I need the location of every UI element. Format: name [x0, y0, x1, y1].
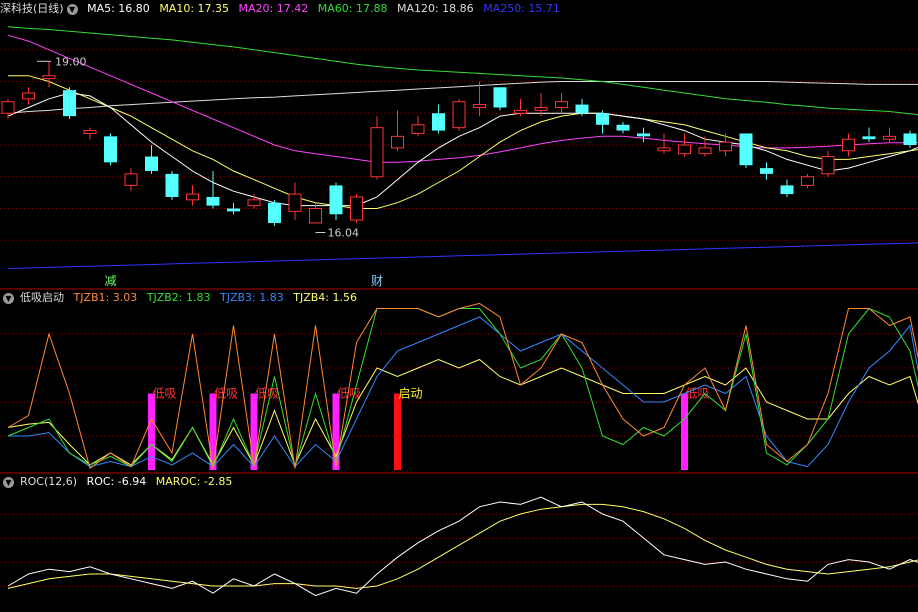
maroc-label: MAROC: -2.85 [155, 475, 233, 488]
candle-body [698, 147, 712, 155]
ma5-label: MA5: 16.80 [87, 2, 150, 15]
candle-body [227, 208, 240, 212]
candle-body [534, 106, 548, 111]
candle-body [411, 124, 425, 134]
stock-chart[interactable]: 19.0016.04减 财低吸 低吸 低吸 低吸 低吸启动 [0, 0, 918, 612]
event-marker: 财 [371, 274, 383, 288]
ma250-line [7, 242, 918, 269]
chevron-down-icon[interactable]: ▼ [3, 292, 14, 304]
candle-body [657, 147, 671, 152]
candle-body [206, 196, 220, 206]
candle-body [493, 87, 507, 108]
candle-body [104, 136, 117, 163]
candle-body [22, 92, 35, 100]
candle-body [350, 196, 363, 221]
candle-body [1, 101, 15, 114]
candle-body [124, 173, 138, 186]
low-signal-label: 低吸 [255, 387, 279, 401]
start-signal-bar [394, 393, 401, 470]
candle-body [596, 113, 609, 125]
candle-body [739, 133, 753, 166]
ma20-label: MA20: 17.42 [238, 2, 309, 15]
low-signal-label: 低吸 [153, 387, 177, 401]
candle-body [83, 130, 97, 134]
maroc-line [7, 503, 918, 589]
candle-body [719, 141, 732, 152]
candle-body [473, 104, 486, 108]
ma250-label: MA250: 15.71 [483, 2, 560, 15]
chevron-down-icon[interactable]: ▼ [66, 3, 78, 15]
low-signal-bar [148, 393, 155, 470]
candle-body [145, 156, 158, 171]
ma60-label: MA60: 17.88 [317, 2, 388, 15]
tjzb2-line [7, 307, 918, 468]
tjzb1-line [7, 302, 918, 470]
event-marker: 减 [105, 274, 117, 288]
candle-body [801, 176, 814, 186]
panel1-title: 深科技(日线) [0, 2, 64, 15]
high-price-label: 19.00 [55, 55, 87, 68]
candle-body [288, 193, 302, 212]
candle-body [637, 133, 650, 137]
low-signal-bar [332, 393, 340, 470]
panel1-header: 深科技(日线) ▼ MA5: 16.80 MA10: 17.35 MA20: 17… [0, 1, 566, 17]
low-signal-label: 低吸 [214, 387, 238, 401]
candle-body [903, 133, 917, 145]
candle-body [678, 144, 691, 155]
candle-body [247, 199, 261, 207]
tjzb3-line [8, 316, 918, 468]
panel2-title: 低吸启动 [20, 291, 64, 304]
tjzb3-label: TJZB3: 1.83 [220, 291, 284, 304]
panel3-title: ROC(12,6) [20, 475, 78, 488]
candle-body [842, 138, 855, 152]
candle-body [432, 113, 445, 131]
candle-body [780, 185, 794, 195]
candle-body [42, 75, 56, 80]
roc-label: ROC: -6.94 [86, 475, 147, 488]
candle-body [452, 101, 466, 129]
tjzb4-label: TJZB4: 1.56 [293, 291, 357, 304]
candle-body [883, 135, 896, 140]
candle-body [514, 109, 527, 114]
tjzb2-label: TJZB2: 1.83 [146, 291, 211, 304]
candle-body [63, 90, 76, 117]
candle-body [186, 193, 199, 201]
candle-body [616, 124, 630, 131]
low-signal-bar [209, 393, 217, 470]
low-price-label: 16.04 [328, 227, 360, 240]
tjzb1-label: TJZB1: 3.03 [73, 291, 138, 304]
candle-body [268, 202, 281, 223]
candle-body [309, 208, 322, 224]
candle-body [575, 104, 589, 114]
panel2-header: ▼ 低吸启动 TJZB1: 3.03 TJZB2: 1.83 TJZB3: 1.8… [0, 290, 363, 306]
ma20-line [7, 34, 918, 163]
candle-body [555, 101, 568, 108]
roc-line [7, 496, 918, 597]
candle-body [391, 135, 404, 149]
candle-body [862, 136, 876, 140]
ma120-label: MA120: 18.86 [396, 2, 474, 15]
chevron-down-icon[interactable]: ▼ [3, 476, 14, 488]
candle-body [329, 185, 343, 215]
ma10-label: MA10: 17.35 [159, 2, 230, 15]
start-signal-label: 启动 [399, 387, 423, 401]
low-signal-bar [681, 393, 688, 470]
candle-body [165, 173, 179, 197]
panel3-header: ▼ ROC(12,6) ROC: -6.94 MAROC: -2.85 [0, 474, 238, 490]
candle-body [370, 127, 384, 178]
candle-body [760, 168, 773, 174]
tjzb4-line [7, 358, 918, 467]
candle-body [821, 156, 835, 175]
